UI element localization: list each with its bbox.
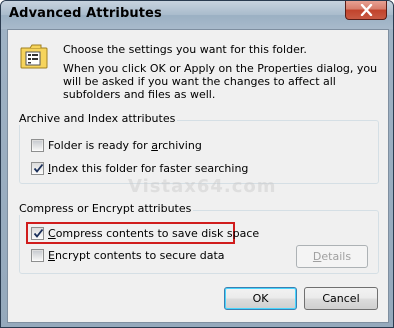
intro-text: Choose the settings you want for this fo… xyxy=(63,43,307,56)
ok-button[interactable]: OK xyxy=(224,287,297,310)
close-button[interactable] xyxy=(345,1,387,20)
indexing-checkbox-label: Index this folder for faster searching xyxy=(48,162,249,175)
encrypt-checkbox[interactable] xyxy=(31,249,44,262)
checkmark-icon xyxy=(33,228,44,238)
archiving-checkbox[interactable] xyxy=(31,139,44,152)
compress-checkbox-label: Compress contents to save disk space xyxy=(48,227,260,240)
intro-description: When you click OK or Apply on the Proper… xyxy=(63,62,378,101)
details-button[interactable]: Details xyxy=(296,245,368,268)
archive-index-group-label: Archive and Index attributes xyxy=(17,112,178,125)
folder-settings-icon xyxy=(20,44,48,69)
cancel-button[interactable]: Cancel xyxy=(304,287,378,310)
title-bar[interactable]: Advanced Attributes xyxy=(1,1,393,29)
checkmark-icon xyxy=(33,163,44,173)
window-title: Advanced Attributes xyxy=(9,6,162,21)
dialog-client-area: Choose the settings you want for this fo… xyxy=(7,29,389,323)
indexing-checkbox[interactable] xyxy=(31,162,44,175)
encrypt-checkbox-label: Encrypt contents to secure data xyxy=(48,249,225,262)
advanced-attributes-dialog: Advanced Attributes Choose the settings … xyxy=(0,0,394,328)
close-icon xyxy=(360,4,373,16)
compress-checkbox[interactable] xyxy=(31,227,44,240)
watermark-text: Vistax64.com xyxy=(128,176,277,197)
archiving-checkbox-label: Folder is ready for archiving xyxy=(48,139,202,152)
compress-encrypt-group-label: Compress or Encrypt attributes xyxy=(17,202,194,215)
